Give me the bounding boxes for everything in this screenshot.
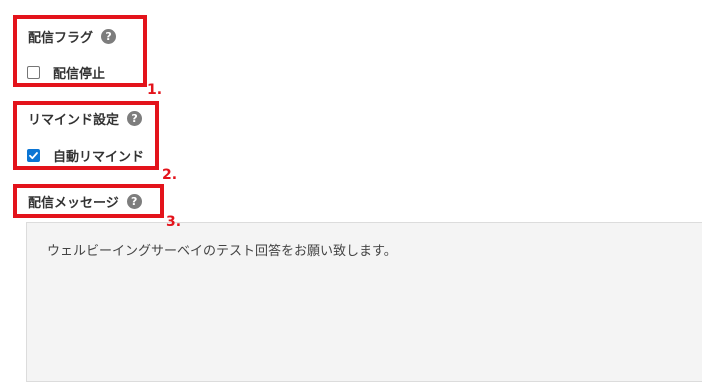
annotation-number-3: 3.: [166, 214, 182, 230]
annotation-number-2: 2.: [162, 167, 178, 183]
annotation-number-1: 1.: [147, 82, 163, 98]
annotation-box-3: [13, 184, 164, 218]
annotation-box-1: [13, 15, 147, 87]
delivery-message-textarea[interactable]: ウェルビーイングサーベイのテスト回答をお願い致します。: [26, 222, 702, 382]
annotation-box-2: [13, 101, 159, 170]
